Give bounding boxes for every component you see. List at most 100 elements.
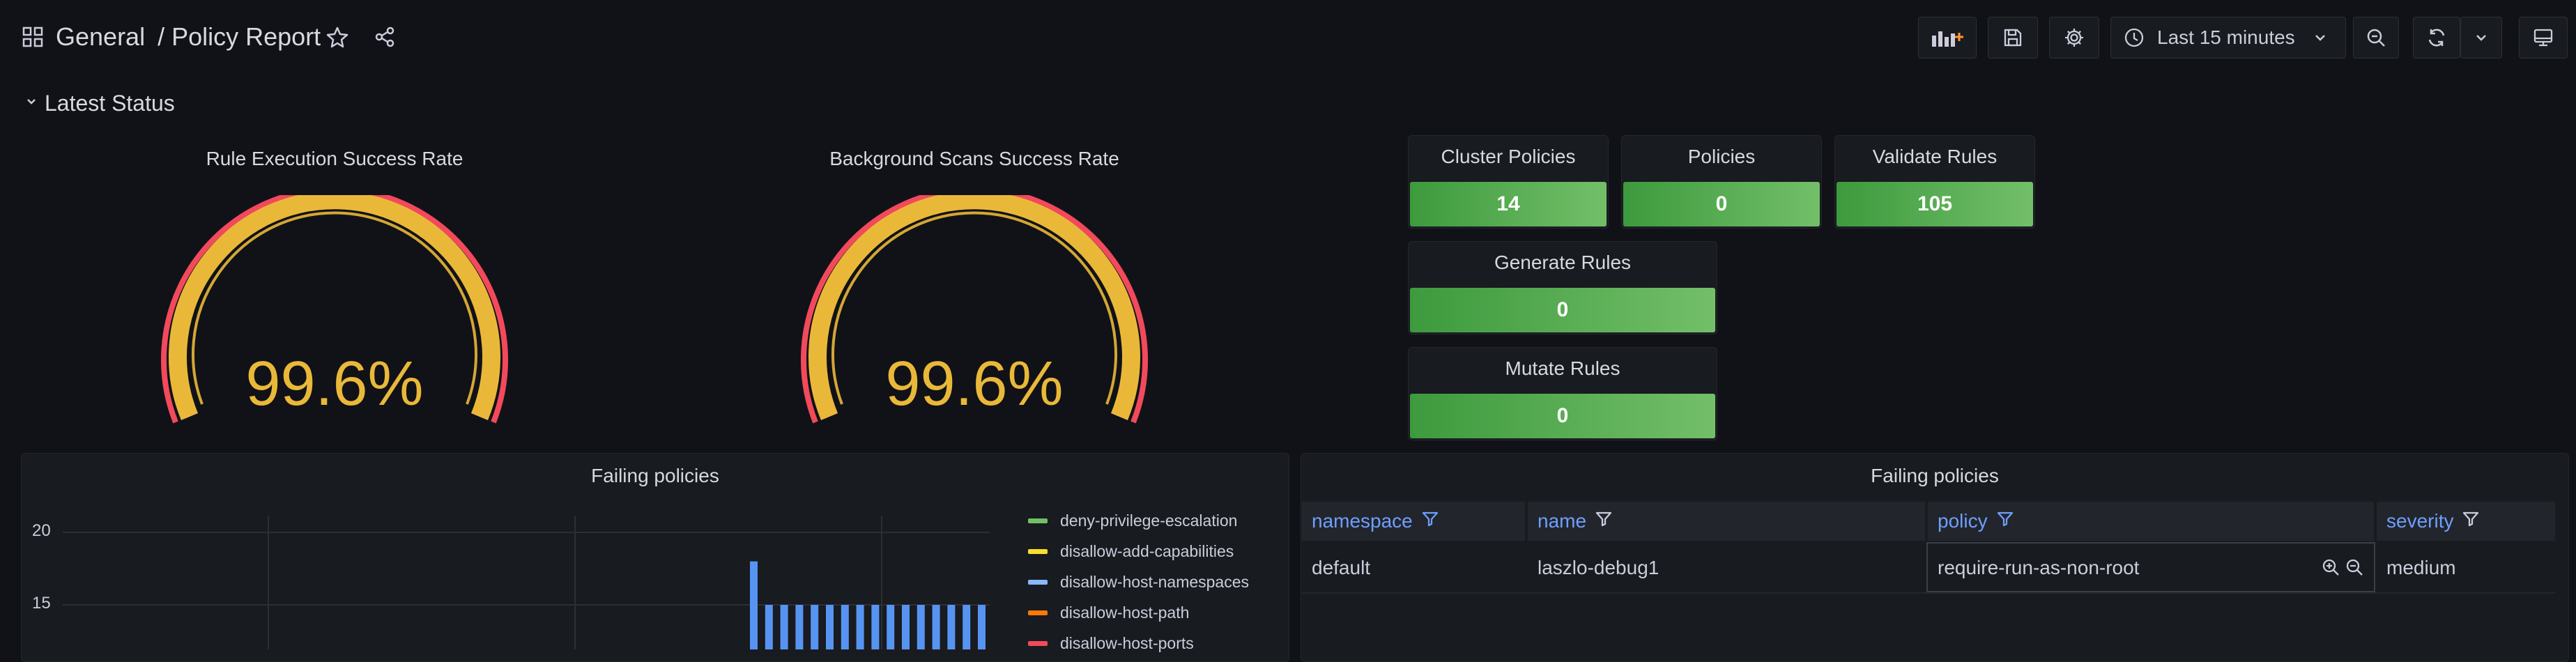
apps-icon[interactable] (22, 26, 43, 51)
bar (765, 605, 773, 649)
bar (841, 605, 849, 649)
stat-value: 0 (1410, 394, 1715, 438)
column-header-label: name (1538, 510, 1587, 532)
bar (963, 605, 971, 649)
legend-item[interactable]: disallow-host-path (1028, 603, 1189, 622)
legend-label: disallow-host-namespaces (1060, 573, 1250, 591)
table-cell-policy: require-run-as-non-root (1938, 557, 2140, 578)
column-header-label: namespace (1312, 510, 1413, 532)
bar (826, 605, 834, 649)
stat-value: 0 (1410, 288, 1715, 332)
stat-title: Generate Rules (1494, 252, 1632, 273)
column-header-label: severity (2386, 510, 2454, 532)
legend-label: disallow-add-capabilities (1060, 542, 1234, 560)
time-range-label: Last 15 minutes (2157, 26, 2295, 48)
bar (947, 605, 956, 649)
gear-icon (2064, 27, 2085, 48)
stat-validate-rules: Validate Rules 105 (1834, 135, 2035, 229)
bar-chart (63, 516, 990, 649)
stat-policies: Policies 0 (1621, 135, 1822, 229)
save-dashboard-button[interactable] (1988, 17, 2038, 59)
legend-item[interactable]: deny-privilege-escalation (1028, 511, 1237, 530)
legend-label: disallow-host-path (1060, 603, 1190, 622)
add-panel-button[interactable] (1918, 17, 1977, 59)
table-cell-severity: medium (2386, 557, 2456, 578)
share-icon[interactable] (374, 26, 396, 52)
refresh-button[interactable] (2413, 17, 2460, 59)
stat-cluster-policies: Cluster Policies 14 (1408, 135, 1609, 229)
gauge-panel-rule-execution: Rule Execution Success Rate 99.6% (21, 139, 648, 432)
legend-label: deny-privilege-escalation (1060, 511, 1238, 530)
chevron-down-icon (25, 95, 38, 111)
tv-mode-button[interactable] (2519, 17, 2568, 59)
gauge-value: 99.6% (245, 349, 424, 419)
stat-title: Policies (1687, 146, 1756, 167)
star-icon[interactable] (326, 26, 348, 52)
panel-title: Failing policies (1871, 465, 1999, 486)
panel-title: Rule Execution Success Rate (206, 148, 463, 169)
table-cell-name: laszlo-debug1 (1538, 557, 1659, 578)
grid (63, 516, 990, 649)
time-picker[interactable]: Last 15 minutes (2110, 17, 2346, 59)
breadcrumb: General / Policy Report (56, 22, 321, 52)
row-title: Latest Status (45, 91, 175, 116)
filter-icon[interactable] (1595, 510, 1613, 533)
breadcrumb-separator: / (158, 22, 165, 51)
legend-item[interactable]: disallow-host-ports (1028, 634, 1194, 653)
table-cell-namespace: default (1312, 557, 1371, 578)
stat-value: 0 (1623, 182, 1820, 226)
zoom-out-icon (2366, 27, 2386, 48)
legend-swatch (1028, 641, 1048, 646)
chevron-down-icon (2313, 31, 2327, 45)
column-header-label: policy (1938, 510, 1988, 532)
chevron-down-icon (2474, 31, 2488, 45)
legend-item[interactable]: disallow-add-capabilities (1028, 542, 1234, 561)
bar (902, 605, 910, 649)
breadcrumb-root[interactable]: General (56, 22, 145, 52)
settings-button[interactable] (2049, 17, 2099, 59)
gauge-value: 99.6% (885, 349, 1064, 419)
bar (856, 605, 864, 649)
refresh-icon (2426, 27, 2447, 48)
bar (871, 605, 880, 649)
column-header-severity[interactable]: severity (2377, 502, 2555, 541)
stat-value: 105 (1837, 182, 2033, 226)
legend-swatch (1028, 580, 1048, 585)
monitor-icon (2533, 27, 2554, 48)
breadcrumb-page[interactable]: Policy Report (171, 22, 321, 52)
y-tick-label: 20 (32, 521, 51, 540)
refresh-interval-button[interactable] (2460, 17, 2502, 59)
legend-swatch (1028, 610, 1048, 615)
save-icon (2003, 28, 2023, 47)
column-header-name[interactable]: name (1528, 502, 1925, 541)
legend-item[interactable]: disallow-host-namespaces (1028, 573, 1249, 592)
panel-title: Failing policies (591, 465, 719, 486)
gauge-panel-background-scans: Background Scans Success Rate 99.6% (661, 139, 1288, 432)
zoom-out-icon[interactable] (2345, 557, 2364, 580)
bar (780, 605, 788, 649)
bar (750, 561, 758, 649)
legend-label: disallow-host-ports (1060, 634, 1194, 652)
zoom-out-button[interactable] (2353, 17, 2399, 59)
panel-title: Background Scans Success Rate (829, 148, 1119, 169)
bar (978, 605, 986, 649)
bar (887, 605, 895, 649)
row-collapse-toggle[interactable]: Latest Status (25, 91, 175, 116)
bar (811, 605, 819, 649)
legend-swatch (1028, 518, 1048, 523)
bar (932, 605, 940, 649)
filter-icon[interactable] (1996, 510, 2014, 533)
stat-generate-rules: Generate Rules 0 (1408, 241, 1717, 334)
stat-title: Validate Rules (1872, 146, 1998, 167)
stat-title: Cluster Policies (1441, 146, 1576, 167)
stat-value: 14 (1410, 182, 1607, 226)
column-header-namespace[interactable]: namespace (1302, 502, 1525, 541)
filter-icon[interactable] (1421, 510, 1439, 533)
bar (917, 605, 925, 649)
clock-icon (2124, 27, 2145, 48)
zoom-in-icon[interactable] (2321, 557, 2340, 580)
column-header-policy[interactable]: policy (1928, 502, 2374, 541)
y-tick-label: 15 (32, 594, 51, 613)
stat-mutate-rules: Mutate Rules 0 (1408, 347, 1717, 440)
filter-icon[interactable] (2462, 510, 2480, 533)
